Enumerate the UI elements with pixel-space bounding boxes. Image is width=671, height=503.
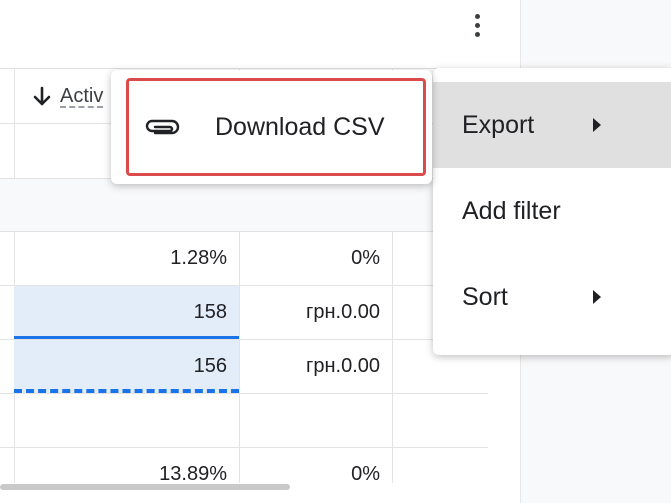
table-row[interactable]: 1.28% 0% — [0, 232, 488, 286]
table-cell — [14, 394, 239, 447]
download-csv-label: Download CSV — [215, 112, 385, 141]
menu-item-export[interactable]: Export — [433, 82, 671, 168]
context-menu: Export Add filter Sort — [433, 68, 671, 355]
table-cell: 0% — [351, 247, 380, 269]
menu-item-add-filter[interactable]: Add filter — [433, 168, 671, 254]
download-csv-button[interactable]: Download CSV — [126, 78, 426, 176]
top-toolbar — [0, 0, 520, 69]
table-cell: 1.28% — [170, 247, 227, 269]
table-cell: 0% — [351, 463, 380, 483]
menu-item-label: Export — [462, 110, 535, 139]
menu-item-sort[interactable]: Sort — [433, 254, 671, 340]
more-options-icon[interactable] — [463, 8, 491, 42]
submenu-arrow-icon — [593, 118, 601, 132]
export-submenu: Download CSV — [111, 70, 432, 184]
table-cell: 13.89% — [159, 463, 227, 483]
table-row[interactable]: 13.89% 0% — [0, 448, 488, 483]
horizontal-scrollbar[interactable] — [0, 484, 290, 490]
series-dashed-line — [14, 389, 239, 393]
table-cell: 156 — [14, 340, 239, 393]
arrow-down-icon — [33, 86, 51, 105]
table-cell: 158 — [14, 286, 239, 339]
table-cell: грн.0.00 — [306, 355, 380, 377]
paperclip-icon — [143, 115, 181, 139]
submenu-arrow-icon — [593, 290, 601, 304]
table-subheader-row — [0, 179, 488, 232]
table-row[interactable]: 156 грн.0.00 — [0, 340, 488, 394]
sort-column-header[interactable]: Activ — [32, 85, 103, 108]
table-cell: грн.0.00 — [306, 301, 380, 323]
sort-column-label: Activ — [60, 85, 104, 107]
menu-item-label: Sort — [462, 282, 508, 311]
table-cell — [240, 394, 392, 447]
table-row[interactable]: 158 грн.0.00 — [0, 286, 488, 340]
series-solid-line — [14, 336, 239, 339]
table-row — [0, 394, 488, 448]
menu-item-label: Add filter — [462, 196, 561, 225]
